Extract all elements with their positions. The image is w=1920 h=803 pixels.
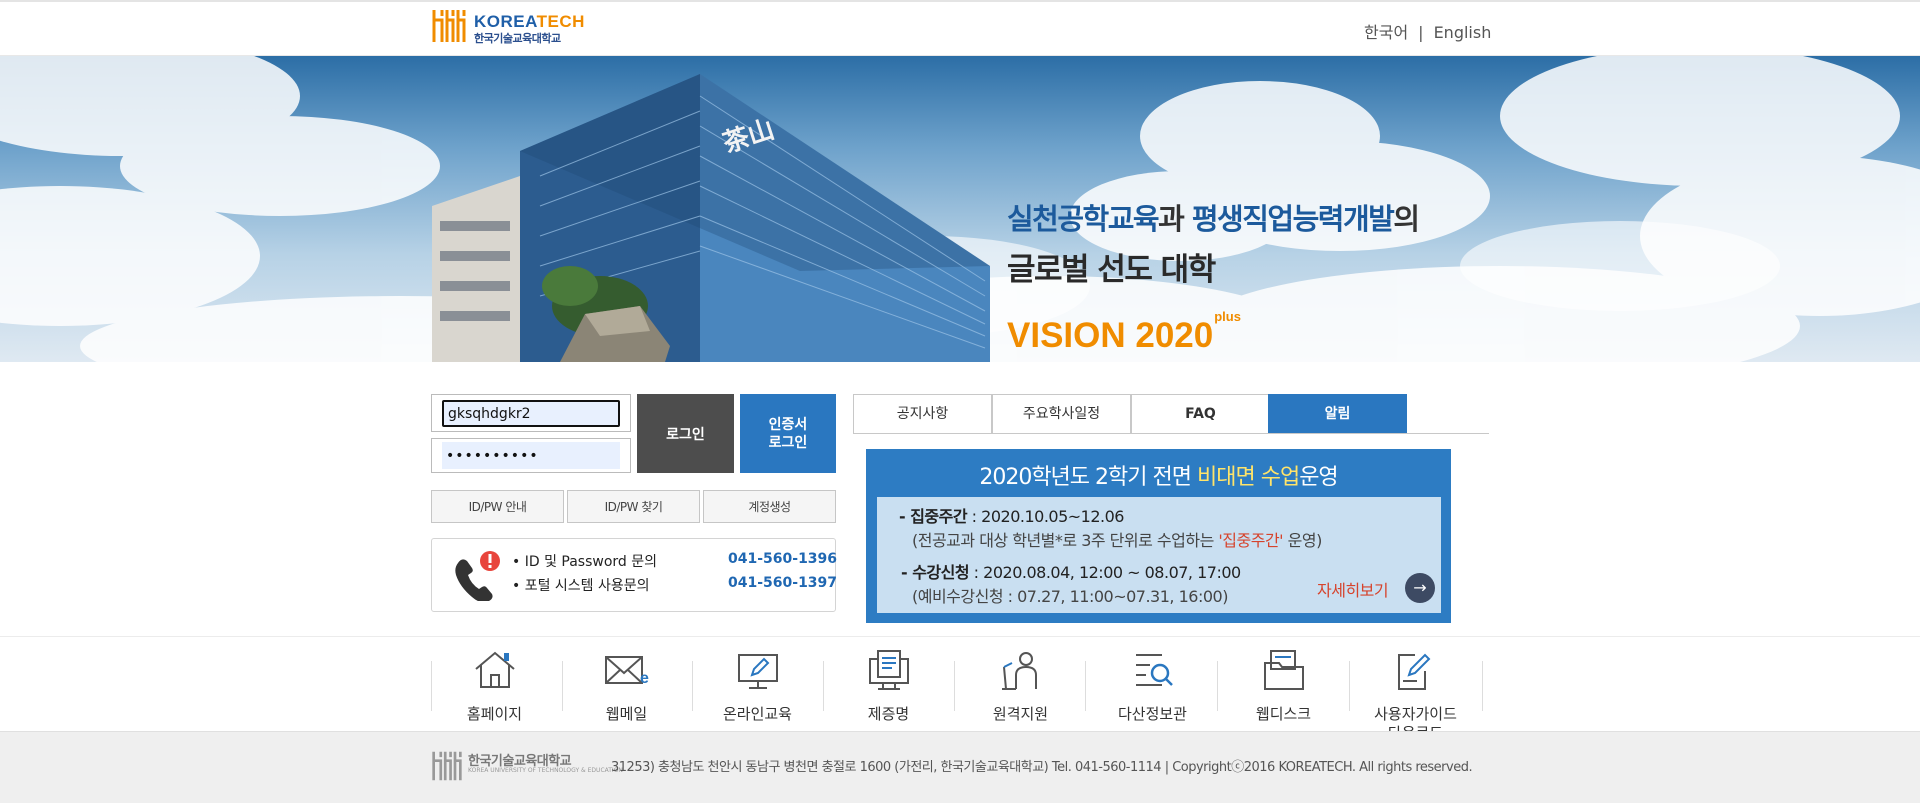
quick-label: 웹디스크 bbox=[1255, 705, 1312, 723]
tab-academic-schedule[interactable]: 주요학사일정 bbox=[992, 394, 1131, 433]
mail-icon: e bbox=[605, 656, 649, 687]
campus-building-illustration bbox=[0, 56, 1920, 362]
lang-korean-link[interactable]: 한국어 bbox=[1364, 23, 1408, 42]
quick-menu: 홈페이지 e 웹메일 온라인교육 제증명 원격지원 다산정보관 웹디스크 사용자… bbox=[0, 636, 1920, 742]
notice-line-intensive: - 집중주간 : 2020.10.05~12.06 bbox=[899, 507, 1124, 526]
notice-line-intensive-detail: (전공교과 대상 학년별*로 3주 단위로 수업하는 '집중주간' 운영) bbox=[912, 531, 1322, 550]
quick-label: 웹메일 bbox=[605, 705, 648, 723]
home-icon bbox=[475, 651, 515, 688]
idpw-guide-button[interactable]: ID/PW 안내 bbox=[431, 490, 564, 523]
main-banner: 茶山 실천공학교육과 평생직업능력개발의 글로벌 선도 대학 VISION 20… bbox=[0, 56, 1920, 362]
certificate-login-button[interactable]: 인증서 로그인 bbox=[740, 394, 836, 473]
tab-alerts[interactable]: 알림 bbox=[1268, 394, 1407, 433]
quick-label: 제증명 bbox=[867, 705, 910, 723]
quick-item-dasan-library[interactable]: 다산정보관 bbox=[1087, 649, 1218, 729]
logo-brand: KOREATECH bbox=[474, 12, 585, 31]
password-input[interactable] bbox=[442, 442, 620, 469]
notice-body: - 집중주간 : 2020.10.05~12.06 (전공교과 대상 학년별*로… bbox=[877, 497, 1441, 613]
tagline-line-2: 글로벌 선도 대학 bbox=[1007, 252, 1216, 288]
banner-tagline: 실천공학교육과 평생직업능력개발의 글로벌 선도 대학 VISION 2020p… bbox=[1007, 196, 1420, 356]
arrow-right-icon: → bbox=[1405, 573, 1435, 603]
quick-item-webmail[interactable]: e 웹메일 bbox=[561, 649, 692, 729]
contact-phone-2: 041-560-1397 bbox=[728, 575, 838, 591]
helpdesk-contact-box: • ID 및 Password 문의 • 포털 시스템 사용문의 041-560… bbox=[431, 538, 838, 612]
phone-alert-icon bbox=[455, 551, 500, 601]
language-switcher: 한국어 | English bbox=[1364, 19, 1491, 43]
lang-separator: | bbox=[1418, 23, 1424, 42]
quick-item-user-guide-download[interactable]: 사용자가이드 다운로드 bbox=[1350, 649, 1481, 742]
koreatech-logo[interactable]: KOREATECH 한국기술교육대학교 bbox=[431, 4, 584, 52]
contact-phone-1: 041-560-1396 bbox=[728, 551, 838, 567]
user-id-field bbox=[431, 394, 631, 432]
notice-title: 2020학년도 2학기 전면 비대면 수업운영 bbox=[979, 465, 1338, 490]
quick-label: 홈페이지 bbox=[466, 705, 523, 723]
notice-line-registration: - 수강신청 : 2020.08.04, 12:00 ~ 08.07, 17:0… bbox=[901, 563, 1241, 582]
guide-download-icon bbox=[1398, 653, 1431, 690]
footer-address: 31253) 충청남도 천안시 동남구 병천면 충절로 1600 (가전리, 한… bbox=[611, 760, 1473, 775]
footer-university-english: KOREA UNIVERSITY OF TECHNOLOGY & EDUCATI… bbox=[468, 767, 623, 774]
more-details-label: 자세히보기 bbox=[1317, 581, 1389, 600]
contact-id-password-label: • ID 및 Password 문의 bbox=[512, 554, 658, 570]
top-header: KOREATECH 한국기술교육대학교 한국어 | English bbox=[0, 0, 1920, 56]
quick-divider bbox=[1482, 661, 1483, 711]
quick-item-webdisk[interactable]: 웹디스크 bbox=[1218, 649, 1349, 729]
idpw-find-button[interactable]: ID/PW 찾기 bbox=[567, 490, 700, 523]
tab-notices[interactable]: 공지사항 bbox=[853, 394, 992, 433]
user-id-input[interactable] bbox=[442, 400, 620, 427]
contact-portal-label: • 포털 시스템 사용문의 bbox=[512, 578, 650, 594]
footer: 한국기술교육대학교 KOREA UNIVERSITY OF TECHNOLOGY… bbox=[0, 731, 1920, 803]
login-button[interactable]: 로그인 bbox=[637, 394, 734, 473]
notice-panel: 2020학년도 2학기 전면 비대면 수업운영 - 집중주간 : 2020.10… bbox=[866, 449, 1451, 623]
quick-item-online-education[interactable]: 온라인교육 bbox=[692, 649, 823, 729]
svg-text:e: e bbox=[640, 670, 649, 687]
quick-label: 다산정보관 bbox=[1117, 705, 1187, 723]
remote-support-icon bbox=[1002, 652, 1037, 690]
lang-english-link[interactable]: English bbox=[1434, 23, 1492, 42]
notice-tabs: 공지사항 주요학사일정 FAQ 알림 bbox=[853, 394, 1489, 434]
tab-faq[interactable]: FAQ bbox=[1131, 394, 1270, 433]
password-field bbox=[431, 438, 631, 473]
vision-2020-title: VISION 2020plus bbox=[1007, 309, 1241, 355]
tagline-line-1: 실천공학교육과 평생직업능력개발의 bbox=[1007, 202, 1420, 236]
quick-label: 온라인교육 bbox=[722, 705, 792, 723]
quick-item-homepage[interactable]: 홈페이지 bbox=[429, 649, 560, 729]
folder-icon bbox=[1264, 650, 1304, 690]
library-search-icon bbox=[1136, 654, 1173, 686]
account-help-buttons: ID/PW 안내 ID/PW 찾기 계정생성 bbox=[431, 490, 836, 523]
monitor-icon bbox=[738, 654, 778, 689]
certificate-icon bbox=[869, 650, 909, 690]
quick-label: 원격지원 bbox=[992, 705, 1049, 723]
quick-item-certificates[interactable]: 제증명 bbox=[823, 649, 954, 729]
quick-item-remote-support[interactable]: 원격지원 bbox=[955, 649, 1086, 729]
notice-line-preregistration: (예비수강신청 : 07.27, 11:00~07.31, 16:00) bbox=[912, 587, 1228, 606]
logo-mark-icon bbox=[432, 10, 466, 42]
create-account-button[interactable]: 계정생성 bbox=[703, 490, 836, 523]
logo-subtitle: 한국기술교육대학교 bbox=[474, 32, 561, 45]
quick-divider bbox=[1085, 661, 1086, 711]
footer-logo-icon bbox=[432, 751, 462, 781]
